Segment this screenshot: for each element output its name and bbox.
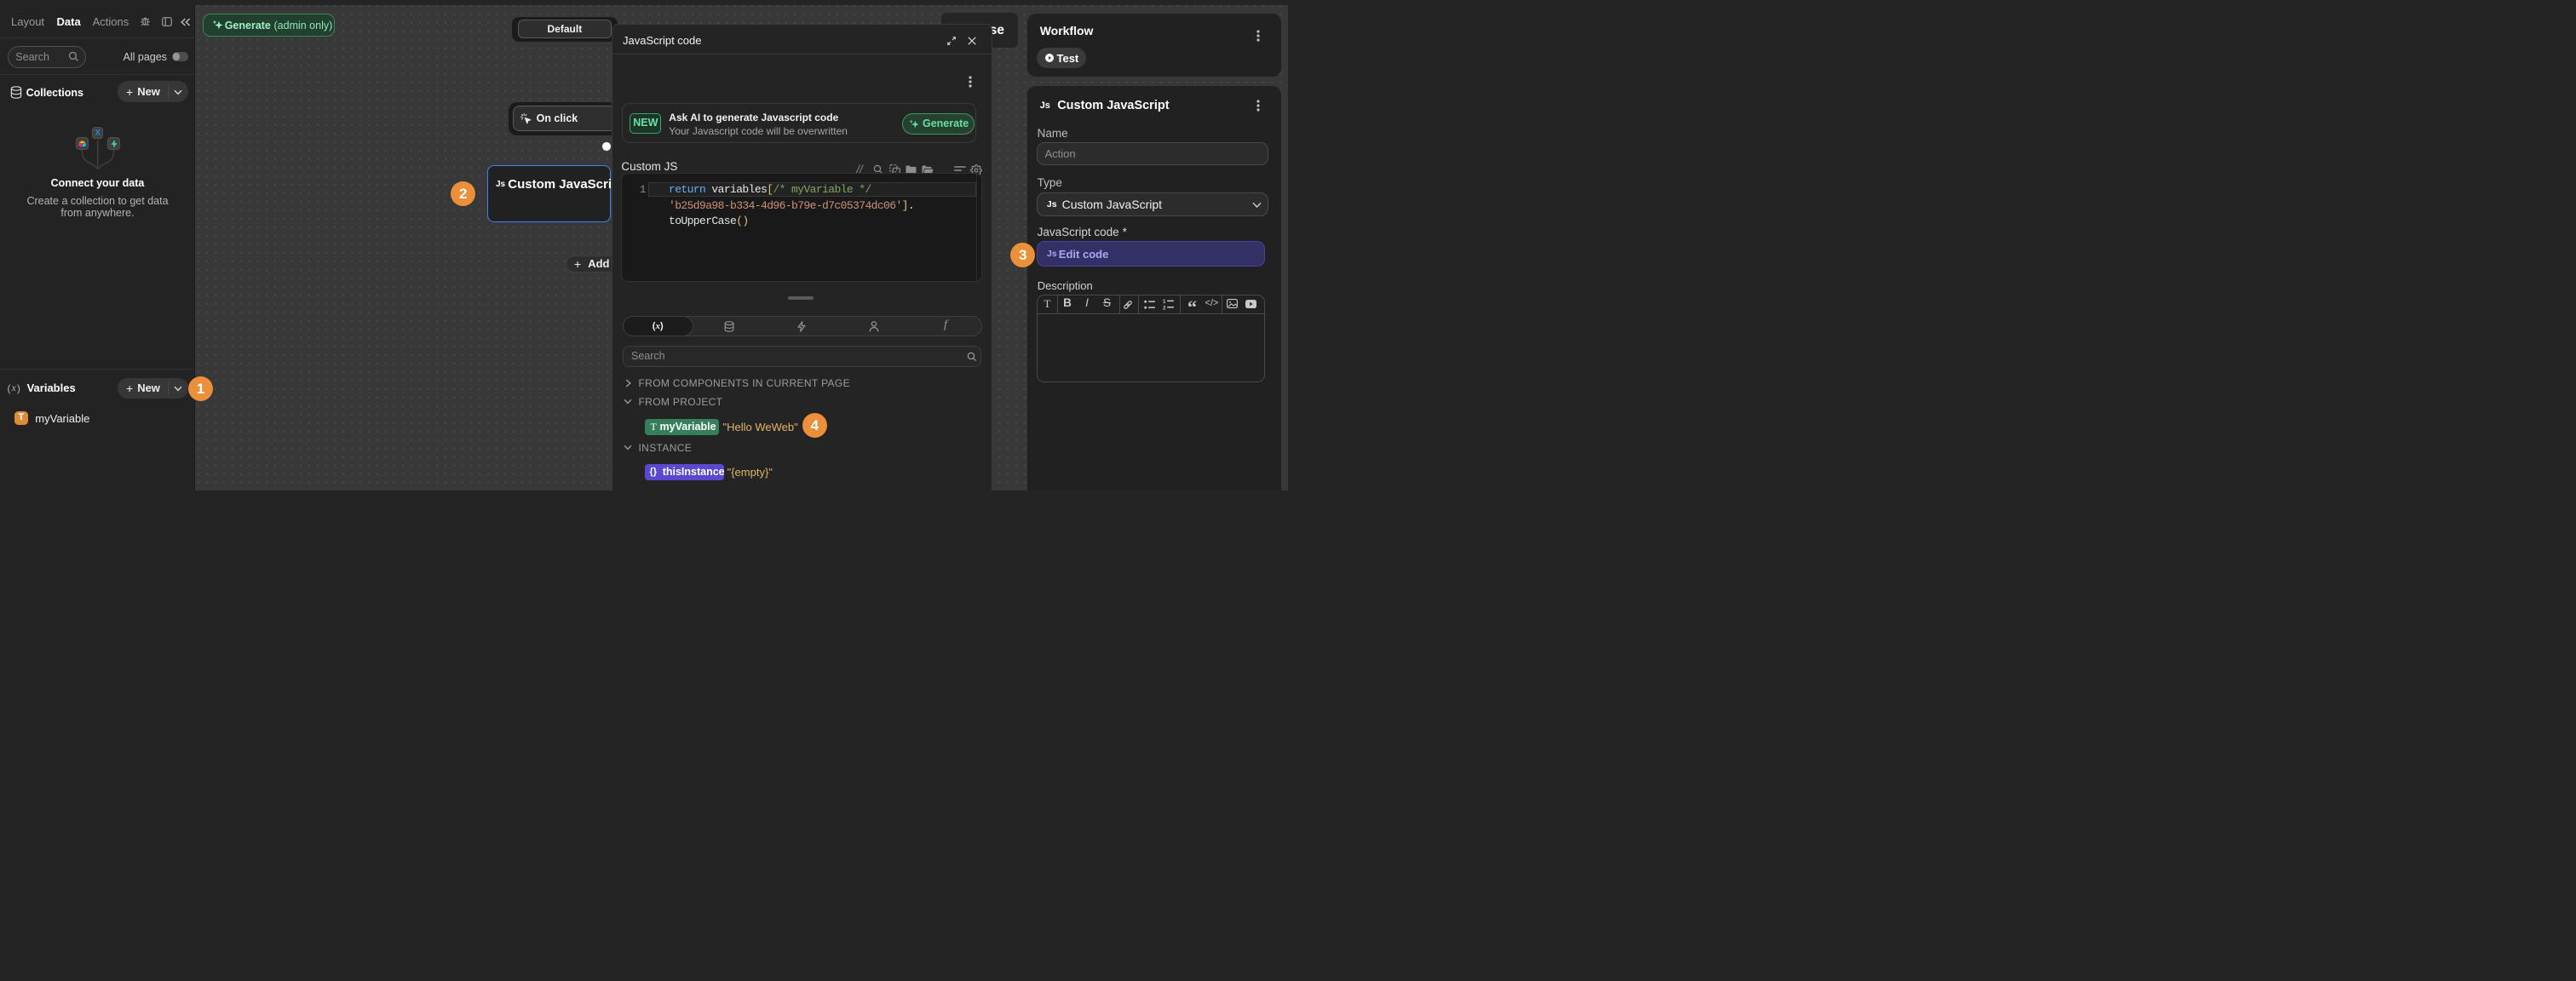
svg-text:1: 1	[1163, 300, 1166, 305]
svg-text:2: 2	[1163, 306, 1166, 310]
